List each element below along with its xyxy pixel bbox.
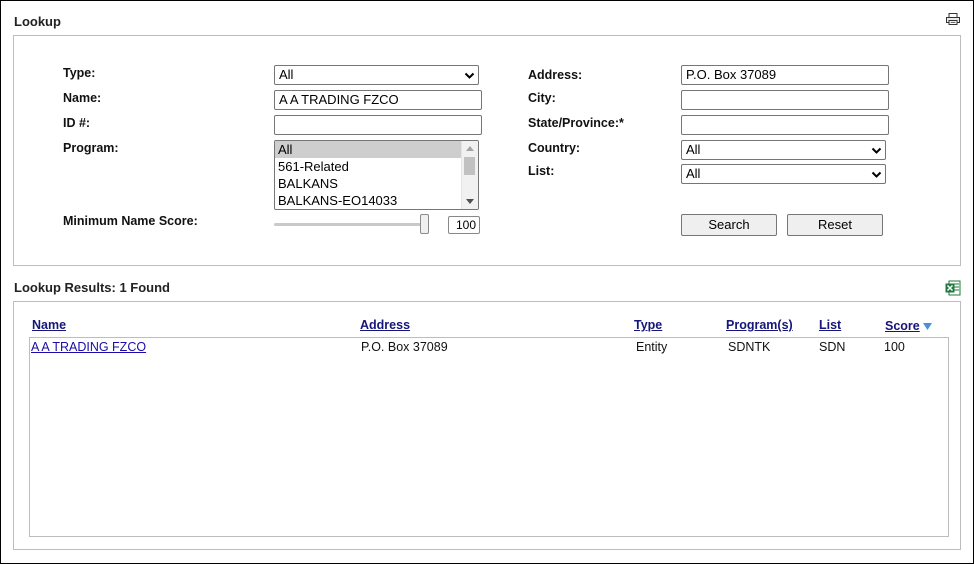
id-input[interactable]: [274, 115, 482, 135]
program-scroll-thumb[interactable]: [464, 157, 475, 175]
column-header-programs[interactable]: Program(s): [726, 318, 793, 332]
lookup-title: Lookup: [14, 14, 61, 29]
results-title: Lookup Results: 1 Found: [14, 280, 170, 295]
chevron-down-icon: [871, 171, 882, 178]
name-label: Name:: [63, 91, 102, 105]
min-score-value-text: 100: [455, 218, 476, 232]
name-input-value: A A TRADING FZCO: [279, 92, 399, 107]
list-select-value: All: [686, 166, 701, 181]
min-score-slider[interactable]: [420, 214, 429, 234]
result-address: P.O. Box 37089: [361, 340, 448, 354]
result-programs: SDNTK: [728, 340, 771, 354]
chevron-down-icon: [871, 147, 882, 154]
result-score: 100: [884, 340, 905, 354]
results-panel: Name Address Type Program(s) List Score …: [13, 301, 961, 550]
chevron-down-icon: [464, 72, 475, 79]
printer-icon[interactable]: [946, 13, 960, 25]
search-button[interactable]: Search: [681, 214, 777, 236]
type-select[interactable]: All: [274, 65, 479, 85]
state-label: State/Province:*: [528, 116, 624, 130]
program-scrollbar[interactable]: [461, 141, 478, 209]
sort-descending-icon[interactable]: [923, 323, 932, 331]
reset-button[interactable]: Reset: [787, 214, 883, 236]
country-select[interactable]: All: [681, 140, 886, 160]
list-label: List:: [528, 164, 555, 178]
address-input-value: P.O. Box 37089: [686, 67, 777, 82]
program-options: All 561-Related BALKANS BALKANS-EO14033: [275, 141, 478, 209]
result-name-link[interactable]: A A TRADING FZCO: [31, 340, 146, 354]
result-type: Entity: [636, 340, 668, 354]
column-header-name[interactable]: Name: [32, 318, 66, 332]
column-header-score-label: Score: [885, 319, 920, 333]
program-option[interactable]: All: [275, 141, 461, 158]
type-label: Type:: [63, 66, 96, 80]
column-header-score[interactable]: Score: [885, 319, 920, 333]
type-select-value: All: [279, 67, 294, 82]
column-header-type[interactable]: Type: [634, 318, 662, 332]
excel-export-icon[interactable]: [945, 280, 961, 296]
window-frame: Lookup Type: Name: ID #: Program: Minimu…: [0, 0, 974, 564]
min-score-label: Minimum Name Score:: [63, 214, 198, 228]
address-input[interactable]: P.O. Box 37089: [681, 65, 889, 85]
scroll-up-icon[interactable]: [466, 145, 474, 151]
results-table: A A TRADING FZCO P.O. Box 37089 Entity S…: [29, 337, 949, 537]
program-option[interactable]: BALKANS: [275, 175, 461, 192]
program-listbox[interactable]: All 561-Related BALKANS BALKANS-EO14033: [274, 140, 479, 210]
scroll-down-icon[interactable]: [466, 199, 474, 205]
state-input[interactable]: [681, 115, 889, 135]
city-label: City:: [528, 91, 556, 105]
lookup-panel: Type: Name: ID #: Program: Minimum Name …: [13, 35, 961, 266]
city-input[interactable]: [681, 90, 889, 110]
program-label: Program:: [63, 141, 119, 155]
name-input[interactable]: A A TRADING FZCO: [274, 90, 482, 110]
column-header-address[interactable]: Address: [360, 318, 410, 332]
list-select[interactable]: All: [681, 164, 886, 184]
program-option[interactable]: BALKANS-EO14033: [275, 192, 461, 209]
id-label: ID #:: [63, 116, 91, 130]
country-label: Country:: [528, 141, 581, 155]
column-header-list[interactable]: List: [819, 318, 841, 332]
min-score-value[interactable]: 100: [448, 216, 480, 234]
result-list: SDN: [819, 340, 846, 354]
address-label: Address:: [528, 68, 583, 82]
min-score-slider-track: [274, 223, 424, 226]
program-option[interactable]: 561-Related: [275, 158, 461, 175]
country-select-value: All: [686, 142, 701, 157]
table-row: A A TRADING FZCO P.O. Box 37089 Entity S…: [30, 338, 948, 358]
